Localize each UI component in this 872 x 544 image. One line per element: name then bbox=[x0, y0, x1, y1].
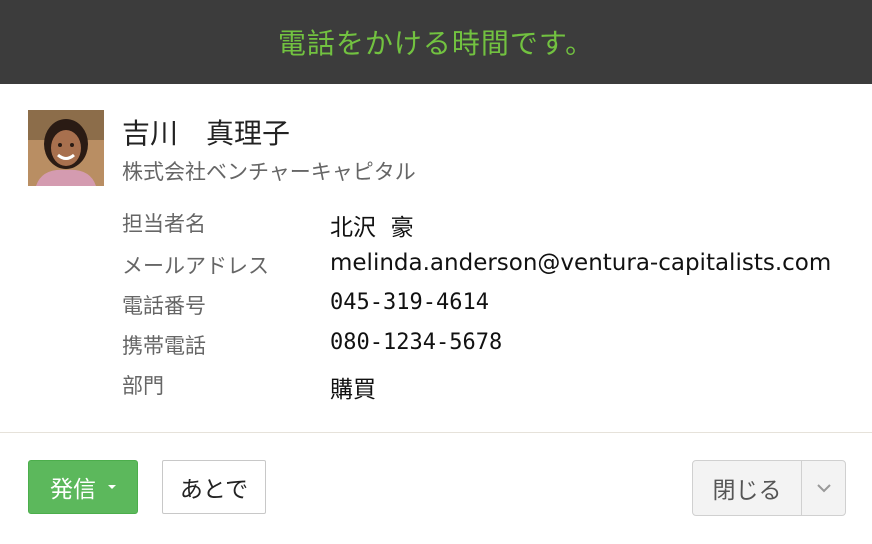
mobile-value[interactable]: 080-1234-5678 bbox=[330, 330, 502, 355]
call-button-label: 発信 bbox=[50, 477, 96, 503]
close-dropdown-button[interactable] bbox=[802, 461, 845, 515]
later-button[interactable]: あとで bbox=[162, 460, 266, 514]
avatar-photo-icon bbox=[28, 110, 104, 186]
department-value: 購買 bbox=[330, 377, 376, 403]
close-button-label: 閉じる bbox=[712, 478, 782, 504]
contact-name: 吉川 真理子 bbox=[122, 117, 291, 150]
detail-row-department: 部門 購買 bbox=[122, 370, 862, 404]
notification-banner: 電話をかける時間です。 bbox=[0, 0, 872, 84]
owner-name-value: 北沢 豪 bbox=[330, 215, 414, 241]
detail-row-owner: 担当者名 北沢 豪 bbox=[122, 208, 862, 242]
detail-label: 部門 bbox=[122, 374, 164, 398]
close-button-group: 閉じる bbox=[692, 460, 846, 516]
caret-down-icon bbox=[108, 485, 116, 489]
close-button[interactable]: 閉じる bbox=[693, 461, 801, 515]
contact-card: 吉川 真理子 株式会社ベンチャーキャピタル 担当者名 北沢 豪 メールアドレス … bbox=[0, 84, 872, 432]
detail-label: 担当者名 bbox=[122, 212, 206, 236]
phone-value[interactable]: 045-319-4614 bbox=[330, 290, 489, 315]
detail-label: 携帯電話 bbox=[122, 334, 206, 358]
chevron-down-icon bbox=[817, 484, 831, 493]
later-button-label: あとで bbox=[179, 477, 249, 503]
email-value[interactable]: melinda.anderson@ventura-capitalists.com bbox=[330, 250, 831, 276]
banner-title: 電話をかける時間です。 bbox=[277, 27, 595, 60]
detail-row-email: メールアドレス melinda.anderson@ventura-capital… bbox=[122, 250, 862, 284]
divider bbox=[0, 432, 872, 433]
detail-row-phone: 電話番号 045-319-4614 bbox=[122, 290, 862, 324]
avatar bbox=[28, 110, 104, 186]
call-button[interactable]: 発信 bbox=[28, 460, 138, 514]
detail-label: メールアドレス bbox=[122, 254, 269, 278]
detail-label: 電話番号 bbox=[122, 294, 206, 318]
contact-company: 株式会社ベンチャーキャピタル bbox=[122, 160, 416, 184]
detail-row-mobile: 携帯電話 080-1234-5678 bbox=[122, 330, 862, 364]
